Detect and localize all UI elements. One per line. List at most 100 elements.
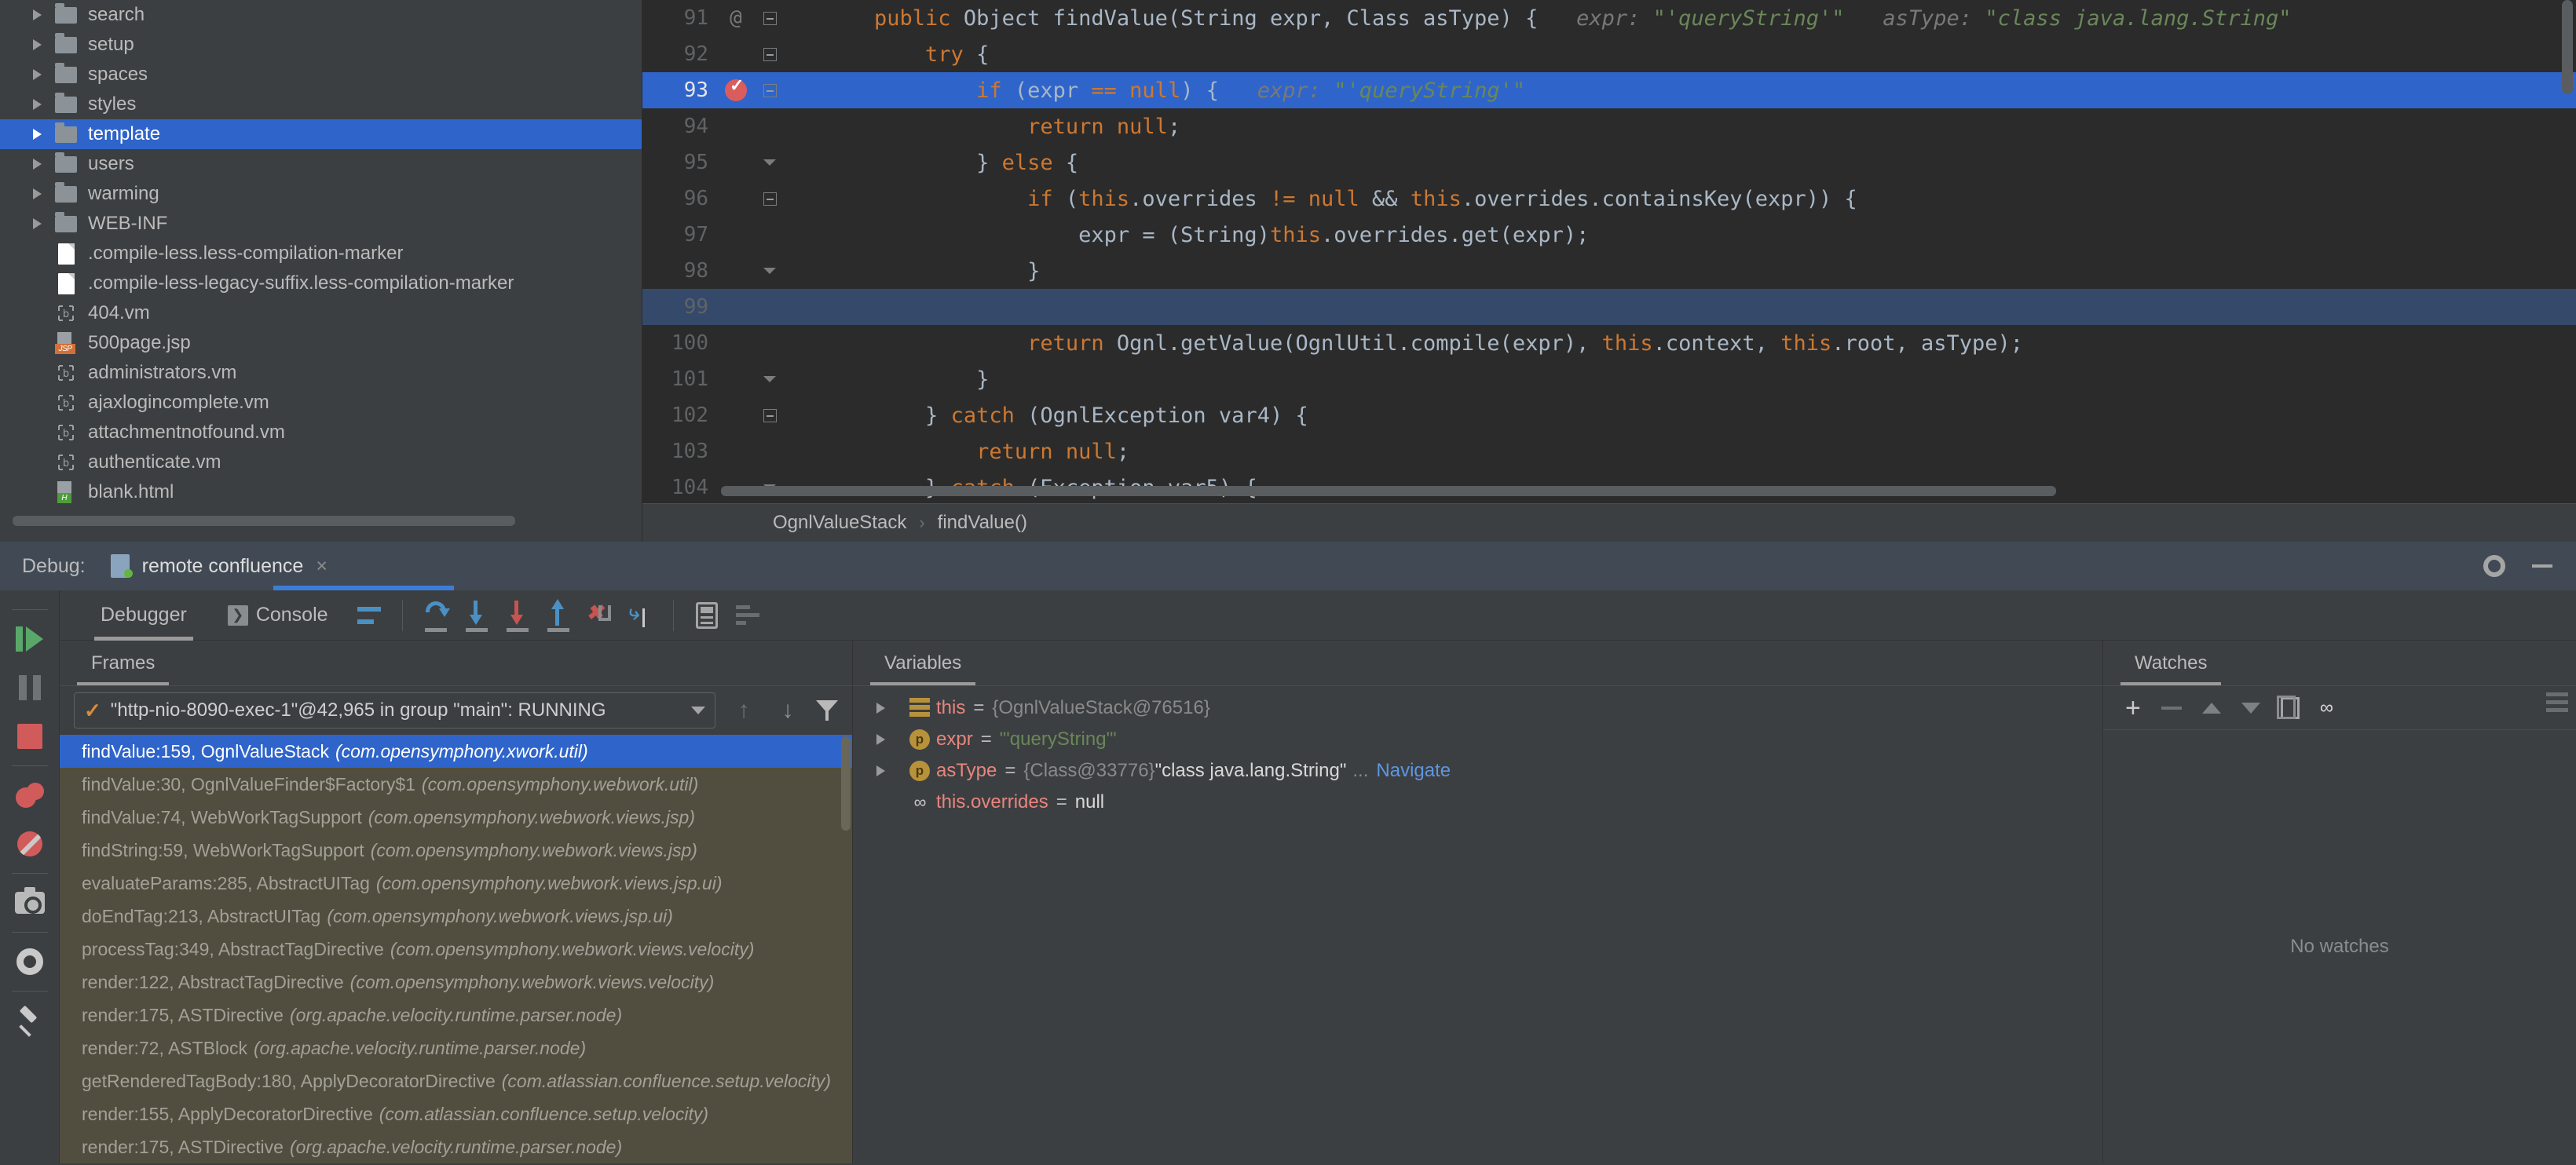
code-text[interactable]: if (expr == null) { expr: "'queryString'…: [785, 79, 2576, 103]
code-text[interactable]: return null;: [785, 440, 2576, 464]
code-text[interactable]: }: [785, 367, 2576, 392]
frame-row[interactable]: processTag:349, AbstractTagDirective (com…: [60, 933, 852, 966]
tree-item-users[interactable]: users: [0, 149, 642, 179]
code-text[interactable]: return null;: [785, 115, 2576, 139]
tree-item-administrators-vm[interactable]: b administrators.vm: [0, 358, 642, 388]
code-line-100[interactable]: 100 return Ognl.getValue(OgnlUtil.compil…: [642, 325, 2576, 361]
code-text[interactable]: }: [785, 259, 2576, 283]
arrow-up-icon[interactable]: [2201, 702, 2221, 714]
pin-tab-button[interactable]: [8, 996, 52, 1045]
thread-selector-row[interactable]: ✓ "http-nio-8090-exec-1"@42,965 in group…: [60, 686, 852, 735]
glasses-icon[interactable]: ∞: [2320, 697, 2333, 719]
run-to-cursor-button[interactable]: ⤷: [620, 595, 660, 636]
step-over-button[interactable]: [415, 595, 456, 636]
stop-button[interactable]: [8, 712, 52, 761]
frame-row[interactable]: render:155, ApplyDecoratorDirective (com.…: [60, 1097, 852, 1130]
tree-item-blank-html[interactable]: Hblank.html: [0, 477, 642, 507]
tab-variables[interactable]: Variables: [869, 641, 976, 686]
thread-dropdown[interactable]: ✓ "http-nio-8090-exec-1"@42,965 in group…: [74, 692, 715, 729]
expand-arrow-icon[interactable]: [24, 159, 50, 170]
code-line-102[interactable]: 102 } catch (OgnlException var4) {: [642, 397, 2576, 433]
gear-icon[interactable]: [2483, 555, 2505, 577]
code-text[interactable]: return Ognl.getValue(OgnlUtil.compile(ex…: [785, 331, 2576, 356]
show-execution-point-button[interactable]: [349, 595, 390, 636]
fold-icon[interactable]: [763, 83, 777, 97]
evaluate-expression-button[interactable]: [686, 595, 727, 636]
code-text[interactable]: expr = (String)this.overrides.get(expr);: [785, 223, 2576, 247]
code-editor-panel[interactable]: 91 @ public Object findValue(String expr,…: [642, 0, 2576, 542]
pause-program-button[interactable]: [8, 663, 52, 712]
drop-frame-button[interactable]: ✖: [579, 595, 620, 636]
watches-toolbar[interactable]: + ∞: [2103, 686, 2576, 730]
tab-console[interactable]: ❯ Console: [207, 590, 349, 640]
code-line-94[interactable]: 94 return null;: [642, 108, 2576, 144]
code-line-101[interactable]: 101 }: [642, 361, 2576, 397]
project-tree-list[interactable]: search setup spaces styles template users warm…: [0, 0, 642, 507]
tree-item--compile-less-legacy-suffix-less-compilation-marker[interactable]: .compile-less-legacy-suffix.less-compila…: [0, 268, 642, 298]
code-text[interactable]: } else {: [785, 151, 2576, 175]
code-text[interactable]: try {: [785, 42, 2576, 67]
frame-row[interactable]: render:72, ASTBlock (org.apache.velocity.…: [60, 1032, 852, 1065]
expand-arrow-icon[interactable]: [24, 188, 50, 199]
copy-icon[interactable]: [2276, 695, 2300, 719]
expand-arrow-icon[interactable]: [24, 9, 50, 20]
expand-arrow-icon[interactable]: [876, 765, 903, 776]
tree-item-attachmentnotfound-vm[interactable]: b attachmentnotfound.vm: [0, 418, 642, 447]
code-line-93[interactable]: 93 if (expr == null) { expr: "'queryStri…: [642, 72, 2576, 108]
expand-arrow-icon[interactable]: [24, 99, 50, 110]
fold-start-icon[interactable]: [763, 11, 777, 25]
tree-item-template[interactable]: template: [0, 119, 642, 149]
fold-end-icon[interactable]: [763, 268, 776, 274]
variable-row[interactable]: ∞ this.overrides = null: [853, 787, 2102, 818]
watches-tabbar[interactable]: Watches: [2103, 641, 2576, 686]
variable-row[interactable]: this = {OgnlValueStack@76516}: [853, 692, 2102, 724]
expand-arrow-icon[interactable]: [876, 703, 903, 714]
screenshot-button[interactable]: [8, 878, 52, 927]
tree-item-warming[interactable]: warming: [0, 179, 642, 209]
close-icon[interactable]: ×: [316, 555, 327, 578]
frame-row[interactable]: render:175, ASTDirective (org.apache.velo…: [60, 1130, 852, 1163]
tree-item-spaces[interactable]: spaces: [0, 60, 642, 89]
code-lines[interactable]: 91 @ public Object findValue(String expr,…: [642, 0, 2576, 504]
expand-arrow-icon[interactable]: [24, 69, 50, 80]
arrow-down-icon[interactable]: [2241, 702, 2260, 714]
fold-icon[interactable]: [763, 192, 777, 206]
frame-row[interactable]: doEndTag:213, AbstractUITag (com.opensymp…: [60, 900, 852, 933]
fold-start-icon[interactable]: [763, 47, 777, 61]
threads-button[interactable]: [727, 595, 768, 636]
code-text[interactable]: } catch (OgnlException var4) {: [785, 404, 2576, 428]
fold-icon[interactable]: [763, 408, 777, 422]
minus-icon[interactable]: [2161, 706, 2182, 710]
navigate-link[interactable]: Navigate: [1376, 760, 1451, 782]
variables-tabbar[interactable]: Variables: [853, 641, 2102, 686]
code-line-95[interactable]: 95 } else {: [642, 144, 2576, 181]
frame-row[interactable]: evaluateParams:285, AbstractUITag (com.op…: [60, 867, 852, 900]
frame-row[interactable]: render:122, AbstractTagDirective (com.ope…: [60, 966, 852, 999]
debugger-toolbar[interactable]: Debugger ❯ Console ✖ ⤷: [60, 590, 2576, 641]
frame-row[interactable]: findValue:74, WebWorkTagSupport (com.open…: [60, 801, 852, 834]
expand-arrow-icon[interactable]: [24, 218, 50, 229]
step-into-button[interactable]: [456, 595, 497, 636]
tree-item--compile-less-less-compilation-marker[interactable]: .compile-less.less-compilation-marker: [0, 239, 642, 268]
expand-arrow-icon[interactable]: [24, 129, 50, 140]
arrow-up-icon[interactable]: ↑: [728, 697, 759, 724]
tree-item-search[interactable]: search: [0, 0, 642, 30]
code-text[interactable]: if (this.overrides != null && this.overr…: [785, 187, 2576, 211]
frame-row[interactable]: findValue:30, OgnlValueFinder$Factory$1 (…: [60, 768, 852, 801]
fold-end-icon[interactable]: [763, 159, 776, 166]
tab-debugger[interactable]: Debugger: [80, 590, 207, 641]
code-line-91[interactable]: 91 @ public Object findValue(String expr,…: [642, 0, 2576, 36]
code-text[interactable]: public Object findValue(String expr, Cla…: [785, 6, 2576, 31]
tree-item-authenticate-vm[interactable]: b authenticate.vm: [0, 447, 642, 477]
breakpoint-icon[interactable]: [725, 75, 747, 101]
force-step-into-button[interactable]: [497, 595, 538, 636]
editor-horizontal-scrollbar[interactable]: [721, 486, 2056, 496]
breadcrumb-class[interactable]: OgnlValueStack: [773, 512, 906, 534]
chevron-down-icon[interactable]: [691, 707, 705, 714]
variable-row[interactable]: p asType = {Class@33776} "class java.lang.S…: [853, 755, 2102, 787]
code-line-99[interactable]: 99: [642, 289, 2576, 325]
watches-extra-icon[interactable]: [2546, 692, 2568, 712]
resume-program-button[interactable]: [8, 615, 52, 663]
tree-item-styles[interactable]: styles: [0, 89, 642, 119]
mute-breakpoints-button[interactable]: [8, 820, 52, 868]
